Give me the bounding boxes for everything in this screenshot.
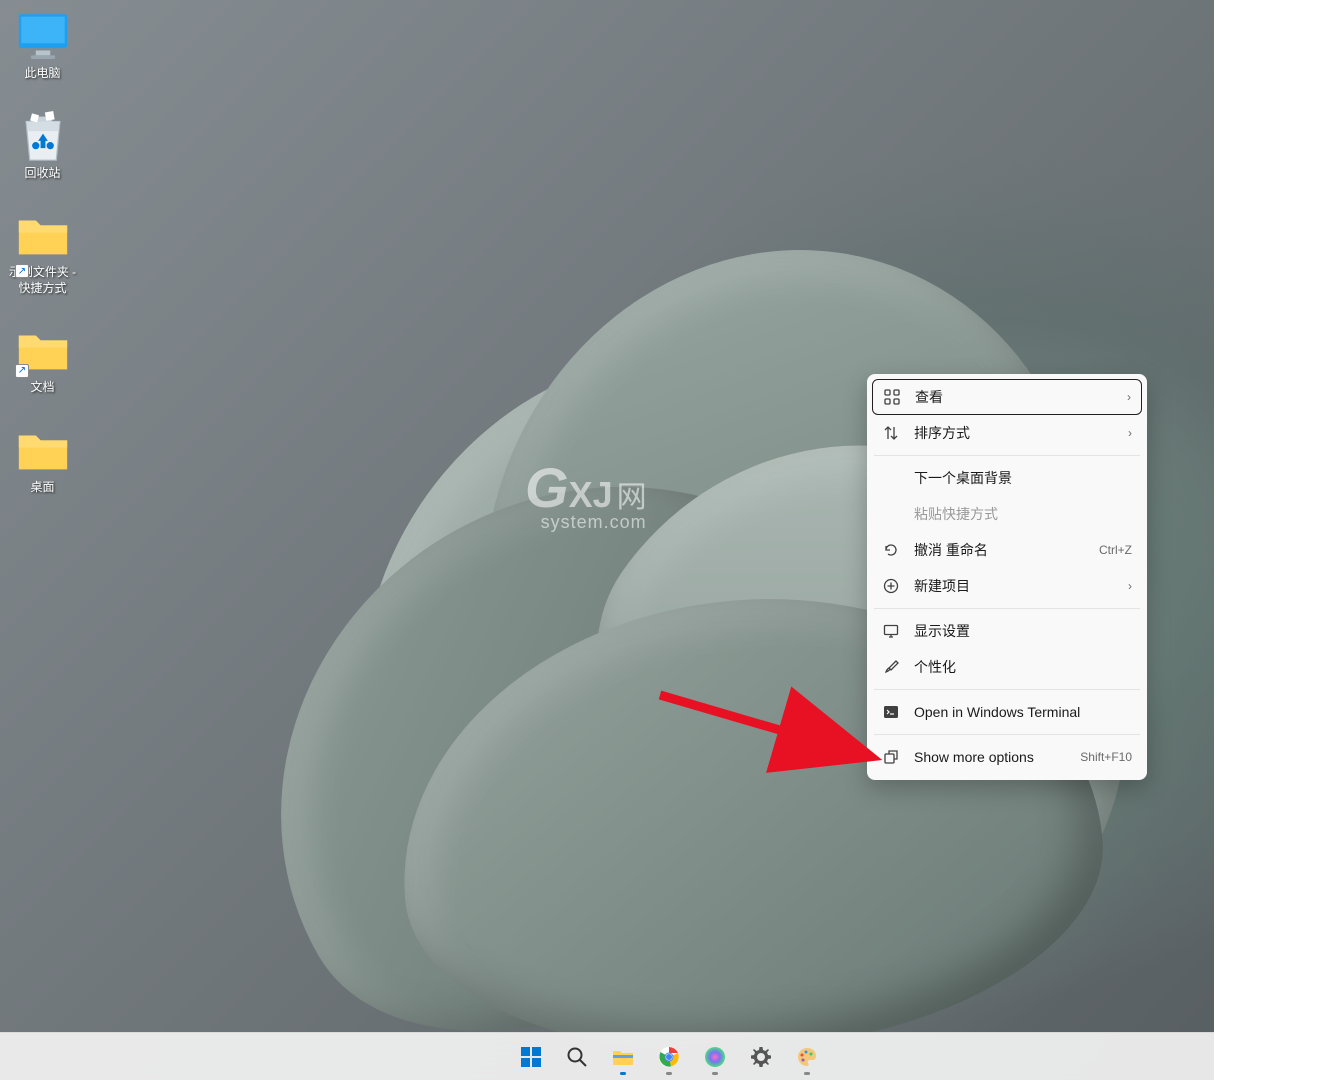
desktop-icon-documents[interactable]: ↗ 文档: [5, 324, 80, 396]
menu-item-label: 排序方式: [914, 423, 1120, 443]
shortcut-overlay-icon: ↗: [15, 264, 29, 278]
desktop-icon-label: 回收站: [24, 166, 60, 182]
chevron-right-icon: ›: [1127, 390, 1131, 404]
menu-item-view[interactable]: 查看 ›: [872, 379, 1142, 415]
menu-item-label: 查看: [915, 387, 1119, 407]
taskbar-settings-button[interactable]: [741, 1037, 781, 1077]
desktop-icon-recycle-bin[interactable]: 回收站: [5, 110, 80, 182]
desktop-icon-desktop-folder[interactable]: 桌面: [5, 424, 80, 496]
expand-icon: [882, 748, 900, 766]
taskbar-chrome-button[interactable]: [649, 1037, 689, 1077]
desktop-icon-sample-folder[interactable]: ↗ 示例文件夹 - 快捷方式: [5, 209, 80, 296]
menu-item-personalize[interactable]: 个性化: [872, 649, 1142, 685]
watermark: GXJ 网 system.com: [525, 455, 647, 533]
windows-logo-icon: [519, 1045, 543, 1069]
taskbar: [0, 1032, 1338, 1080]
chevron-right-icon: ›: [1128, 426, 1132, 440]
menu-item-label: Open in Windows Terminal: [914, 704, 1132, 720]
menu-separator: [874, 608, 1140, 609]
menu-item-undo-rename[interactable]: 撤消 重命名 Ctrl+Z: [872, 532, 1142, 568]
desktop-context-menu: 查看 › 排序方式 › 下一个桌面背景 粘贴快捷方式 撤消 重命名 Ctrl+Z…: [867, 374, 1147, 780]
menu-item-sort[interactable]: 排序方式 ›: [872, 415, 1142, 451]
menu-item-open-terminal[interactable]: Open in Windows Terminal: [872, 694, 1142, 730]
menu-item-shortcut: Ctrl+Z: [1099, 543, 1132, 557]
shortcut-overlay-icon: ↗: [15, 364, 29, 378]
menu-separator: [874, 734, 1140, 735]
chrome-icon: [657, 1045, 681, 1069]
taskbar-explorer-button[interactable]: [603, 1037, 643, 1077]
folder-icon: [14, 424, 72, 476]
taskbar-browser2-button[interactable]: [695, 1037, 735, 1077]
taskbar-search-button[interactable]: [557, 1037, 597, 1077]
menu-item-next-background[interactable]: 下一个桌面背景: [872, 460, 1142, 496]
sort-icon: [882, 424, 900, 442]
chevron-right-icon: ›: [1128, 579, 1132, 593]
search-icon: [565, 1045, 589, 1069]
taskbar-paint-button[interactable]: [787, 1037, 827, 1077]
menu-item-show-more-options[interactable]: Show more options Shift+F10: [872, 739, 1142, 775]
brush-icon: [882, 658, 900, 676]
gear-icon: [749, 1045, 773, 1069]
desktop-icon-label: 文档: [30, 380, 54, 396]
menu-item-paste-shortcut: 粘贴快捷方式: [872, 496, 1142, 532]
display-icon: [882, 622, 900, 640]
crop-whitespace: [1214, 0, 1338, 1080]
desktop-icon-label: 此电脑: [24, 66, 60, 82]
menu-item-label: Show more options: [914, 749, 1072, 765]
recycle-bin-icon: [14, 110, 72, 162]
menu-item-label: 显示设置: [914, 621, 1132, 641]
menu-item-new[interactable]: 新建项目 ›: [872, 568, 1142, 604]
menu-item-label: 新建项目: [914, 576, 1120, 596]
monitor-icon: [14, 10, 72, 62]
browser-icon: [703, 1045, 727, 1069]
plus-circle-icon: [882, 577, 900, 595]
menu-item-shortcut: Shift+F10: [1080, 750, 1132, 764]
folder-icon: [14, 209, 72, 261]
menu-item-label: 撤消 重命名: [914, 540, 1091, 560]
terminal-icon: [882, 703, 900, 721]
menu-item-label: 下一个桌面背景: [914, 468, 1132, 488]
file-explorer-icon: [611, 1045, 635, 1069]
menu-item-display-settings[interactable]: 显示设置: [872, 613, 1142, 649]
paint-icon: [795, 1045, 819, 1069]
menu-item-label: 粘贴快捷方式: [914, 504, 1132, 524]
grid-icon: [883, 388, 901, 406]
menu-separator: [874, 455, 1140, 456]
menu-separator: [874, 689, 1140, 690]
desktop-icons-area: 此电脑 回收站 ↗ 示例文件夹 - 快捷方式 ↗ 文档 桌面: [5, 10, 85, 524]
desktop-icon-label: 桌面: [30, 480, 54, 496]
undo-icon: [882, 541, 900, 559]
desktop-icon-this-pc[interactable]: 此电脑: [5, 10, 80, 82]
menu-item-label: 个性化: [914, 657, 1132, 677]
taskbar-start-button[interactable]: [511, 1037, 551, 1077]
